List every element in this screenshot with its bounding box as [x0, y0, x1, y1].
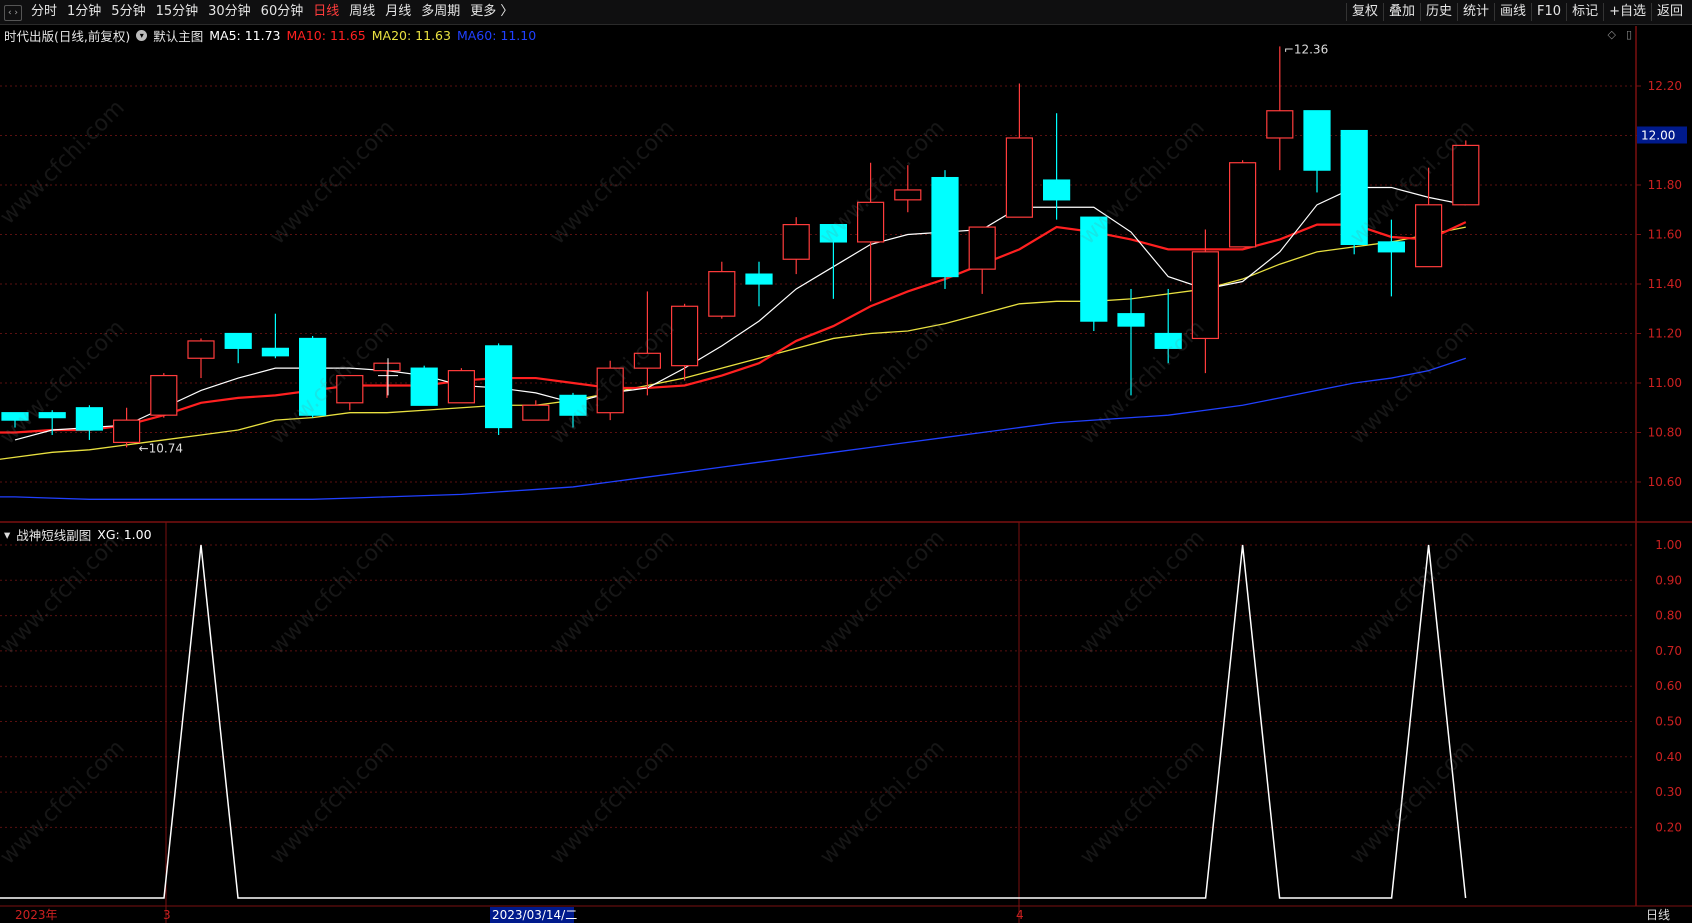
candle-body-10: [373, 362, 401, 372]
x-label-march: 3: [163, 908, 171, 922]
candle-body-7: [261, 347, 289, 357]
y-tick-label-2: 11.80: [1648, 178, 1682, 192]
candle-body-23: [856, 201, 885, 243]
sub-y-tick-label-3: 0.70: [1655, 644, 1682, 658]
sub-y-tick-label-7: 0.30: [1655, 785, 1682, 799]
sub-y-tick-label-2: 0.80: [1655, 609, 1682, 623]
candle-body-31: [1154, 332, 1182, 349]
period-label: 日线: [1646, 908, 1670, 922]
candle-body-4: [150, 374, 178, 416]
high-price-label: ⌐12.36: [1284, 42, 1328, 56]
ma20-line: [0, 226, 1466, 460]
candle-body-11: [410, 367, 438, 406]
candle-body-24: [894, 189, 922, 201]
candle-body-27: [1005, 137, 1034, 218]
y-tick-label-0: 12.20: [1648, 79, 1682, 93]
candle-body-38: [1414, 204, 1443, 268]
candle-body-26: [968, 226, 996, 270]
y-tick-label-7: 10.80: [1648, 426, 1682, 440]
low-price-label: ←10.74: [139, 441, 183, 455]
candle-body-21: [782, 224, 810, 260]
candle-body-32: [1191, 251, 1220, 340]
x-label-april: 4: [1016, 908, 1024, 922]
candle-body-5: [187, 340, 215, 359]
candle-body-25: [931, 176, 959, 278]
candle-body-1: [38, 412, 66, 419]
sub-y-tick-label-8: 0.20: [1655, 820, 1682, 834]
x-label-year: 2023年: [15, 908, 58, 922]
candle-body-20: [745, 273, 773, 285]
sub-y-tick-label-6: 0.40: [1655, 750, 1682, 764]
sub-y-tick-label-0: 1.00: [1655, 538, 1682, 552]
candle-body-13: [485, 345, 513, 429]
sub-y-tick-label-5: 0.50: [1655, 715, 1682, 729]
candle-body-2: [75, 407, 104, 431]
y-tick-label-4: 11.40: [1648, 277, 1682, 291]
candle-body-19: [708, 271, 736, 317]
candle-body-30: [1117, 313, 1145, 327]
candle-body-33: [1228, 162, 1257, 248]
ma10-line: [0, 221, 1467, 434]
candle-body-18: [670, 305, 699, 367]
y-tick-label-5: 11.20: [1648, 327, 1682, 341]
sub-y-tick-label-1: 0.90: [1655, 573, 1682, 587]
cursor-date-label: 2023/03/14/二: [492, 908, 577, 922]
candle-body-39: [1452, 144, 1480, 206]
candle-body-35: [1303, 110, 1331, 171]
y-tick-label-3: 11.60: [1648, 228, 1682, 242]
candle-body-6: [224, 332, 252, 349]
candle-body-9: [336, 374, 364, 404]
candle-body-16: [596, 367, 624, 414]
candle-body-29: [1080, 216, 1108, 322]
candle-body-34: [1266, 110, 1294, 139]
y-tick-label-6: 11.00: [1648, 376, 1682, 390]
candle-body-0: [1, 412, 29, 421]
ma60-line: [0, 357, 1467, 500]
price-tag-label: 12.00: [1641, 129, 1675, 143]
candle-body-36: [1340, 129, 1368, 246]
candle-body-28: [1042, 179, 1071, 201]
candle-body-17: [633, 352, 662, 369]
sub-y-tick-label-4: 0.60: [1655, 679, 1682, 693]
candle-body-37: [1377, 241, 1406, 253]
chart-canvas[interactable]: 12.20 12.00 11.80 11.60 11.40 11.20 11.00 10.80…: [0, 0, 1692, 923]
y-tick-label-8: 10.60: [1648, 475, 1682, 489]
candle-body-14: [522, 404, 550, 421]
candle-body-12: [447, 370, 475, 404]
candle-body-8: [299, 337, 327, 416]
candle-body-3: [112, 419, 141, 443]
candle-body-22: [819, 224, 848, 243]
candle-body-15: [559, 394, 587, 416]
